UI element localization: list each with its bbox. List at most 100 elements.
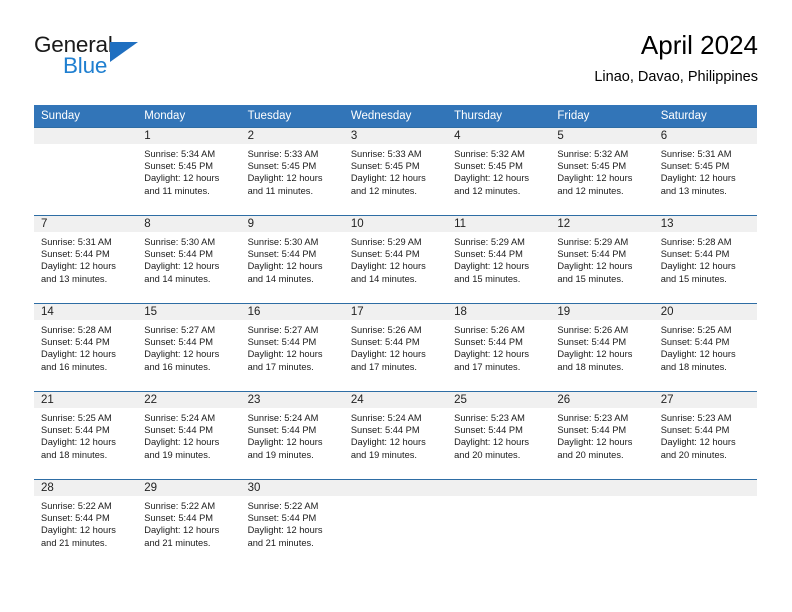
title-block: April 2024 Linao, Davao, Philippines	[594, 28, 758, 88]
weekday-header-tuesday: Tuesday	[240, 105, 344, 127]
day-number: 20	[653, 304, 757, 320]
sunrise-time: Sunrise: 5:28 AM	[660, 237, 732, 247]
calendar-day-cell[interactable]: 11 Sunrise: 5:29 AM Sunset: 5:44 PM Dayligh…	[447, 215, 551, 303]
daylight-duration-line1: Daylight: 12 hours	[350, 437, 426, 448]
calendar-day-cell[interactable]: 22 Sunrise: 5:24 AM Sunset: 5:44 PM Dayligh…	[137, 391, 241, 479]
calendar-day-cell[interactable]: 6 Sunrise: 5:31 AM Sunset: 5:45 PM Daylight…	[653, 127, 757, 215]
generalblue-logo[interactable]: General Blue	[34, 32, 234, 88]
day-cell-inner: 29 Sunrise: 5:22 AM Sunset: 5:44 PM Dayligh…	[137, 479, 241, 567]
day-details: Sunrise: 5:31 AM Sunset: 5:44 PM Daylight:…	[34, 232, 137, 285]
daylight-duration-line2: and 11 minutes.	[144, 185, 210, 196]
calendar-day-cell-empty	[34, 127, 138, 215]
calendar-day-cell[interactable]: 9 Sunrise: 5:30 AM Sunset: 5:44 PM Daylight…	[240, 215, 344, 303]
day-details: Sunrise: 5:27 AM Sunset: 5:44 PM Daylight:…	[137, 320, 240, 373]
daylight-duration-line2: and 13 minutes.	[41, 273, 108, 284]
sunset-time: Sunset: 5:44 PM	[144, 249, 214, 260]
sunset-time: Sunset: 5:44 PM	[350, 337, 420, 348]
day-number: 13	[653, 216, 757, 232]
day-cell-inner	[653, 479, 757, 567]
calendar-day-cell[interactable]: 1 Sunrise: 5:34 AM Sunset: 5:45 PM Daylight…	[137, 127, 241, 215]
day-details: Sunrise: 5:31 AM Sunset: 5:45 PM Daylight:…	[654, 144, 757, 197]
sunset-time: Sunset: 5:44 PM	[41, 513, 110, 524]
day-number: 17	[343, 304, 448, 320]
day-number: 22	[137, 392, 241, 408]
logo-triangle-icon	[110, 42, 138, 62]
calendar-day-cell[interactable]: 21 Sunrise: 5:25 AM Sunset: 5:44 PM Dayligh…	[34, 391, 138, 479]
sunrise-time: Sunrise: 5:26 AM	[557, 325, 629, 335]
daylight-duration-line2: and 12 minutes.	[350, 185, 417, 196]
calendar-day-cell[interactable]: 19 Sunrise: 5:26 AM Sunset: 5:44 PM Dayligh…	[550, 303, 654, 391]
day-number: 11	[447, 216, 551, 232]
calendar-day-cell[interactable]: 18 Sunrise: 5:26 AM Sunset: 5:44 PM Dayligh…	[447, 303, 551, 391]
calendar-day-cell-empty	[343, 479, 448, 567]
calendar-day-cell[interactable]: 24 Sunrise: 5:24 AM Sunset: 5:44 PM Dayligh…	[343, 391, 448, 479]
calendar-day-cell[interactable]: 3 Sunrise: 5:33 AM Sunset: 5:45 PM Daylight…	[343, 127, 448, 215]
calendar-day-cell[interactable]: 28 Sunrise: 5:22 AM Sunset: 5:44 PM Dayligh…	[34, 479, 138, 567]
calendar-day-cell[interactable]: 27 Sunrise: 5:23 AM Sunset: 5:44 PM Dayligh…	[653, 391, 757, 479]
day-details: Sunrise: 5:22 AM Sunset: 5:44 PM Daylight:…	[137, 496, 240, 549]
weekday-header-wednesday: Wednesday	[343, 105, 448, 127]
sunset-time: Sunset: 5:45 PM	[144, 161, 214, 172]
calendar-day-cell[interactable]: 7 Sunrise: 5:31 AM Sunset: 5:44 PM Daylight…	[34, 215, 138, 303]
day-cell-inner: 26 Sunrise: 5:23 AM Sunset: 5:44 PM Dayligh…	[550, 391, 654, 479]
daylight-duration-line1: Daylight: 12 hours	[144, 261, 220, 272]
day-cell-inner: 19 Sunrise: 5:26 AM Sunset: 5:44 PM Dayligh…	[550, 303, 654, 391]
day-number	[343, 480, 448, 496]
day-cell-inner: 27 Sunrise: 5:23 AM Sunset: 5:44 PM Dayligh…	[653, 391, 757, 479]
daylight-duration-line2: and 13 minutes.	[660, 185, 727, 196]
day-number: 12	[550, 216, 654, 232]
calendar-day-cell[interactable]: 20 Sunrise: 5:25 AM Sunset: 5:44 PM Dayligh…	[653, 303, 757, 391]
calendar-day-cell[interactable]: 2 Sunrise: 5:33 AM Sunset: 5:45 PM Daylight…	[240, 127, 344, 215]
sunset-time: Sunset: 5:44 PM	[660, 337, 730, 348]
calendar-day-cell[interactable]: 30 Sunrise: 5:22 AM Sunset: 5:44 PM Dayligh…	[240, 479, 344, 567]
calendar-day-cell-empty	[447, 479, 551, 567]
sunset-time: Sunset: 5:45 PM	[557, 161, 627, 172]
sunset-time: Sunset: 5:44 PM	[247, 425, 317, 436]
day-cell-inner	[343, 479, 448, 567]
daylight-duration-line1: Daylight: 12 hours	[454, 349, 530, 360]
calendar-day-cell[interactable]: 8 Sunrise: 5:30 AM Sunset: 5:44 PM Daylight…	[137, 215, 241, 303]
day-cell-inner: 24 Sunrise: 5:24 AM Sunset: 5:44 PM Dayligh…	[343, 391, 448, 479]
day-cell-inner	[447, 479, 551, 567]
sunrise-time: Sunrise: 5:22 AM	[41, 501, 112, 511]
calendar-day-cell[interactable]: 12 Sunrise: 5:29 AM Sunset: 5:44 PM Dayligh…	[550, 215, 654, 303]
calendar-day-cell[interactable]: 5 Sunrise: 5:32 AM Sunset: 5:45 PM Daylight…	[550, 127, 654, 215]
daylight-duration-line2: and 17 minutes.	[247, 361, 314, 372]
day-details: Sunrise: 5:29 AM Sunset: 5:44 PM Daylight:…	[550, 232, 653, 285]
calendar-day-cell[interactable]: 15 Sunrise: 5:27 AM Sunset: 5:44 PM Dayligh…	[137, 303, 241, 391]
calendar-header-row: Sunday Monday Tuesday Wednesday Thursday Frid…	[34, 105, 757, 127]
sunrise-time: Sunrise: 5:29 AM	[454, 237, 525, 247]
calendar-day-cell[interactable]: 26 Sunrise: 5:23 AM Sunset: 5:44 PM Dayligh…	[550, 391, 654, 479]
sunset-time: Sunset: 5:44 PM	[247, 337, 317, 348]
weekday-header-monday: Monday	[137, 105, 241, 127]
calendar-day-cell[interactable]: 4 Sunrise: 5:32 AM Sunset: 5:45 PM Daylight…	[447, 127, 551, 215]
calendar-day-cell[interactable]: 29 Sunrise: 5:22 AM Sunset: 5:44 PM Dayligh…	[137, 479, 241, 567]
day-cell-inner: 2 Sunrise: 5:33 AM Sunset: 5:45 PM Daylight…	[240, 127, 344, 215]
calendar-day-cell[interactable]: 14 Sunrise: 5:28 AM Sunset: 5:44 PM Dayligh…	[34, 303, 138, 391]
calendar-day-cell[interactable]: 10 Sunrise: 5:29 AM Sunset: 5:44 PM Dayligh…	[343, 215, 448, 303]
sunrise-time: Sunrise: 5:33 AM	[247, 149, 319, 159]
sunrise-time: Sunrise: 5:33 AM	[350, 149, 422, 159]
day-details: Sunrise: 5:32 AM Sunset: 5:45 PM Daylight:…	[550, 144, 653, 197]
calendar-day-cell[interactable]: 17 Sunrise: 5:26 AM Sunset: 5:44 PM Dayligh…	[343, 303, 448, 391]
calendar-week-row: 1 Sunrise: 5:34 AM Sunset: 5:45 PM Daylight…	[34, 127, 757, 215]
day-number: 2	[240, 128, 344, 144]
day-number: 4	[447, 128, 551, 144]
calendar-day-cell[interactable]: 25 Sunrise: 5:23 AM Sunset: 5:44 PM Dayligh…	[447, 391, 551, 479]
calendar-day-cell[interactable]: 23 Sunrise: 5:24 AM Sunset: 5:44 PM Dayligh…	[240, 391, 344, 479]
calendar-week-row: 28 Sunrise: 5:22 AM Sunset: 5:44 PM Dayligh…	[34, 479, 757, 567]
day-number: 23	[240, 392, 344, 408]
day-details: Sunrise: 5:24 AM Sunset: 5:44 PM Daylight:…	[241, 408, 344, 461]
sunset-time: Sunset: 5:44 PM	[350, 425, 420, 436]
daylight-duration-line2: and 11 minutes.	[247, 185, 314, 196]
calendar-day-cell[interactable]: 16 Sunrise: 5:27 AM Sunset: 5:44 PM Dayligh…	[240, 303, 344, 391]
daylight-duration-line2: and 21 minutes.	[144, 537, 211, 548]
calendar-day-cell[interactable]: 13 Sunrise: 5:28 AM Sunset: 5:44 PM Dayligh…	[653, 215, 757, 303]
sunset-time: Sunset: 5:44 PM	[557, 425, 627, 436]
day-number: 6	[653, 128, 757, 144]
daylight-duration-line2: and 18 minutes.	[660, 361, 727, 372]
sunrise-time: Sunrise: 5:32 AM	[454, 149, 525, 159]
sunrise-time: Sunrise: 5:23 AM	[557, 413, 629, 423]
day-number: 27	[653, 392, 757, 408]
sunset-time: Sunset: 5:44 PM	[454, 425, 523, 436]
